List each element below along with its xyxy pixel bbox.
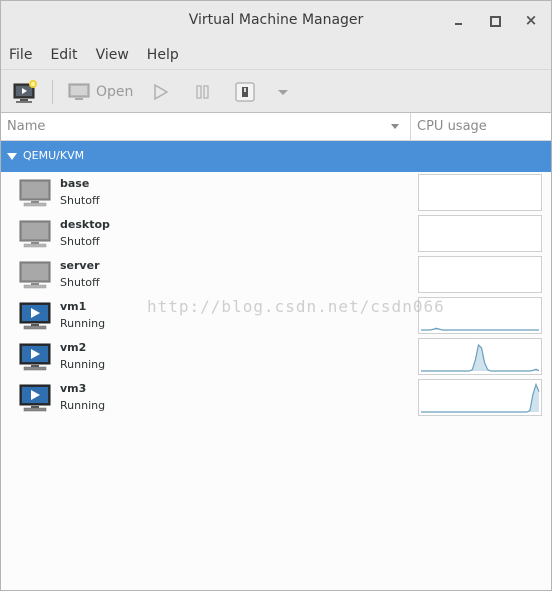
pause-icon [196,85,209,99]
vm-row[interactable]: vm2 Running [1,336,551,377]
vm-name: base [60,177,90,190]
vm-status: Shutoff [60,235,100,248]
vm-name: desktop [60,218,110,231]
toolbar: Open [1,69,551,113]
menu-bar: File Edit View Help [1,41,551,69]
vm-shutoff-icon [19,179,51,207]
pause-button[interactable] [194,79,212,105]
menu-file[interactable]: File [9,47,32,63]
vm-name: vm2 [60,341,87,354]
open-button[interactable]: Open [68,79,138,105]
vm-row[interactable]: base Shutoff [1,172,551,213]
cpu-sparkline [421,343,540,372]
vm-shutoff-icon [19,261,51,289]
connection-row[interactable]: QEMU/KVM [1,141,551,172]
cpu-sparkline-area [421,344,539,371]
dropdown-arrow-icon [278,90,288,95]
vm-row[interactable]: server Shutoff [1,254,551,295]
vm-shutoff-icon [19,220,51,248]
shutdown-menu-button[interactable] [276,79,290,105]
column-divider[interactable] [410,113,411,141]
vm-status: Running [60,317,106,330]
cpu-sparkline-line [421,382,540,413]
title-bar[interactable]: Virtual Machine Manager × [1,1,551,41]
menu-edit[interactable]: Edit [50,47,77,63]
maximize-icon[interactable] [484,10,504,30]
vm-name: server [60,259,100,272]
vm-status: Running [60,358,106,371]
menu-view[interactable]: View [96,47,129,63]
new-vm-icon [13,80,37,103]
vm-running-icon [19,384,51,412]
open-label: Open [96,84,134,100]
shutdown-button[interactable] [234,79,256,105]
minimize-icon[interactable] [449,10,469,30]
new-vm-button[interactable] [12,79,38,105]
connection-label: QEMU/KVM [23,149,85,162]
column-header: Name CPU usage [1,113,551,141]
vm-running-icon [19,302,51,330]
shutdown-icon [235,82,255,102]
run-button[interactable] [152,79,170,105]
console-icon [68,83,90,100]
vmm-window: Virtual Machine Manager × File Edit View… [0,0,552,591]
watermark-text: http://blog.csdn.net/csdn066 [147,297,445,316]
cpu-sparkline [421,382,540,413]
column-cpu-header[interactable]: CPU usage [417,119,487,134]
cpu-usage-graph [418,215,542,252]
vm-status: Shutoff [60,194,100,207]
vm-row[interactable]: vm3 Running [1,377,551,418]
cpu-usage-graph [418,379,542,416]
cpu-usage-graph [418,256,542,293]
toolbar-separator [52,80,53,104]
vm-row[interactable]: desktop Shutoff [1,213,551,254]
expander-arrow-icon[interactable] [7,153,17,160]
vm-list: base Shutoff desktop Shutoff server Shut… [1,172,551,418]
vm-name: vm3 [60,382,87,395]
close-icon[interactable]: × [521,10,541,30]
cpu-usage-graph [418,338,542,375]
vm-status: Running [60,399,106,412]
play-icon [154,83,169,101]
menu-help[interactable]: Help [147,47,179,63]
vm-running-icon [19,343,51,371]
cpu-usage-graph [418,174,542,211]
vm-name: vm1 [60,300,87,313]
vm-status: Shutoff [60,276,100,289]
sort-arrow-icon[interactable] [391,124,399,129]
column-name-header[interactable]: Name [7,119,45,134]
cpu-sparkline-area [421,384,539,412]
